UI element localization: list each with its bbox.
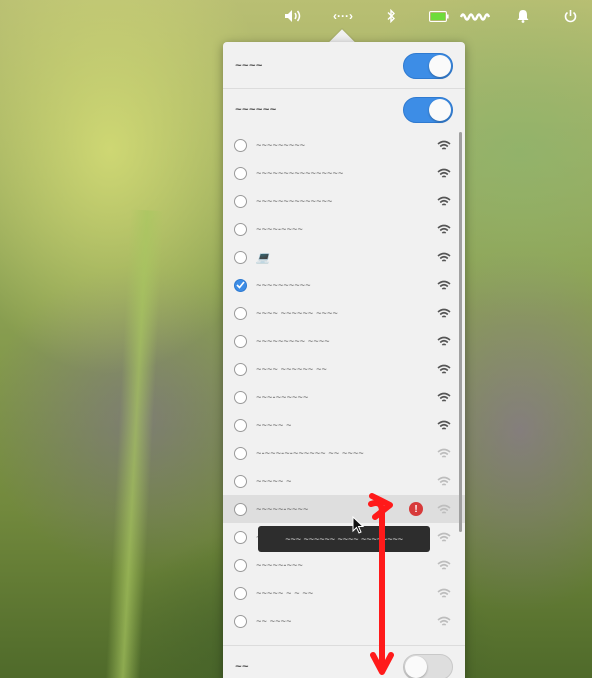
wifi-signal-icon <box>437 392 451 402</box>
network-item[interactable]: ~~~~~~~~~~ <box>223 271 465 299</box>
network-item[interactable]: ~~~~ ~~~~~~ ~~~~ <box>223 299 465 327</box>
network-list-scrollbar[interactable] <box>459 132 462 532</box>
network-ssid: ~~~~-~~~~ <box>256 224 303 234</box>
wifi-signal-icon <box>437 448 451 458</box>
network-ssid: ~~~~~~~~~ ~~~~ <box>256 336 330 346</box>
radio-icon[interactable] <box>234 502 247 516</box>
network-ssid: ~~~~ ~~~~~~ ~~~~ <box>256 308 338 318</box>
notifications-icon[interactable] <box>515 6 531 26</box>
network-ssid: ~~~~~ ~ <box>256 476 292 486</box>
radio-icon[interactable] <box>234 530 247 544</box>
radio-icon[interactable] <box>234 166 247 180</box>
wireless-toggle[interactable] <box>403 97 453 123</box>
wifi-signal-icon <box>437 420 451 430</box>
network-ssid: ~-~~~-~-~~~~~~ ~~ ~~~~ <box>256 448 364 458</box>
wifi-signal-icon <box>437 252 451 262</box>
power-icon[interactable] <box>562 6 578 26</box>
warning-icon: ! <box>409 502 423 516</box>
wifi-signal-icon <box>437 532 451 542</box>
airplane-row: ~~~~ <box>223 44 465 88</box>
network-item[interactable]: ~~~~~-~~~ <box>223 551 465 579</box>
wifi-signal-icon <box>437 560 451 570</box>
network-item[interactable]: ~~~~~~~~~ ~~~~ <box>223 327 465 355</box>
radio-icon[interactable] <box>234 362 247 376</box>
wifi-signal-icon <box>437 308 451 318</box>
top-panel: ‹···› <box>0 0 592 32</box>
radio-icon[interactable] <box>234 306 247 320</box>
network-item[interactable]: 💻 <box>223 243 465 271</box>
network-ssid: ~~~~~~~~~~~~~~ <box>256 196 333 206</box>
network-item[interactable]: ~~~~~~~~~ <box>223 131 465 159</box>
radio-icon[interactable] <box>234 250 247 264</box>
network-ssid: ~~~~~ ~ ~ ~~ <box>256 588 314 598</box>
airplane-label: ~~~~ <box>235 60 263 72</box>
network-item[interactable]: ~~~-~~~~~~ <box>223 383 465 411</box>
volume-icon[interactable] <box>283 6 303 26</box>
network-ssid: ~~~~~ ~ <box>256 420 292 430</box>
airplane-toggle[interactable] <box>403 53 453 79</box>
wifi-signal-icon <box>437 364 451 374</box>
wifi-signal-icon <box>437 504 451 514</box>
network-item[interactable]: ~~~~~ ~ <box>223 411 465 439</box>
radio-icon[interactable] <box>234 138 247 152</box>
mouse-cursor-icon <box>352 516 365 534</box>
radio-icon[interactable] <box>234 194 247 208</box>
wifi-signal-icon <box>437 588 451 598</box>
bottom-row: ~~ <box>223 645 465 678</box>
wifi-signal-icon <box>437 476 451 486</box>
network-item[interactable]: ~~~~~ ~ ~ ~~ <box>223 579 465 607</box>
network-ssid: ~~~~~~~~~ <box>256 140 306 150</box>
wifi-signal-icon <box>437 336 451 346</box>
radio-icon[interactable] <box>234 474 247 488</box>
radio-icon[interactable] <box>234 586 247 600</box>
network-ssid: ~~~-~~~~~~ <box>256 392 309 402</box>
wireless-row: ~~~~~~ <box>223 88 465 132</box>
battery-icon[interactable] <box>428 6 450 26</box>
toggle-knob <box>405 656 427 678</box>
wifi-signal-icon <box>437 616 451 626</box>
bluetooth-icon[interactable] <box>384 6 398 26</box>
network-item[interactable]: ~~ ~~~~ <box>223 607 465 635</box>
wifi-signal-icon <box>437 224 451 234</box>
network-ssid: ~~~~~-~~~ <box>256 560 303 570</box>
clock-redacted[interactable] <box>459 6 491 26</box>
network-tooltip: ~~~ ~~~~~~ ~~~~ ~~~~~~~~ <box>258 526 430 552</box>
laptop-icon: 💻 <box>256 251 270 264</box>
network-item[interactable]: ~~~~~-~~~~! <box>223 495 465 523</box>
bottom-toggle[interactable] <box>403 654 453 678</box>
radio-icon[interactable] <box>234 390 247 404</box>
network-ssid: 💻 <box>256 251 437 264</box>
network-item[interactable]: ~~~~~~~~~~~~~~~~ <box>223 159 465 187</box>
network-item[interactable]: ~~~~~~~~~~~~~~ <box>223 187 465 215</box>
wifi-signal-icon <box>437 196 451 206</box>
radio-icon[interactable] <box>234 614 247 628</box>
wifi-signal-icon <box>437 168 451 178</box>
wifi-signal-icon <box>437 140 451 150</box>
network-list[interactable]: ~~~~~~~~~ ~~~~~~~~~~~~~~~~ ~~~~~~~~~~~~~~ ~… <box>223 131 465 645</box>
network-ssid: ~~~~~~~~~~ <box>256 280 311 290</box>
radio-icon[interactable] <box>234 222 247 236</box>
network-ssid: ~~~~ ~~~~~~ ~~ <box>256 364 327 374</box>
network-ssid: ~~~~~-~~~~ <box>256 504 309 514</box>
radio-icon[interactable] <box>234 418 247 432</box>
wireless-label: ~~~~~~ <box>235 104 277 116</box>
network-ssid: ~~ ~~~~ <box>256 616 292 626</box>
bottom-label: ~~ <box>235 661 249 673</box>
network-item[interactable]: ~~~~-~~~~ <box>223 215 465 243</box>
network-item[interactable]: ~~~~ ~~~~~~ ~~ <box>223 355 465 383</box>
radio-checked-icon[interactable] <box>234 278 247 292</box>
wifi-signal-icon <box>437 280 451 290</box>
network-popover: ~~~~ ~~~~~~ ~~~~~~~~~ ~~~~~~~~~~~~~~~~ ~~~… <box>223 42 465 678</box>
toggle-knob <box>429 55 451 77</box>
network-icon[interactable]: ‹···› <box>329 6 357 26</box>
radio-icon[interactable] <box>234 334 247 348</box>
radio-icon[interactable] <box>234 446 247 460</box>
radio-icon[interactable] <box>234 558 247 572</box>
network-ssid: ~~~~~~~~~~~~~~~~ <box>256 168 344 178</box>
network-item[interactable]: ~-~~~-~-~~~~~~ ~~ ~~~~ <box>223 439 465 467</box>
network-item[interactable]: ~~~~~ ~ <box>223 467 465 495</box>
toggle-knob <box>429 99 451 121</box>
